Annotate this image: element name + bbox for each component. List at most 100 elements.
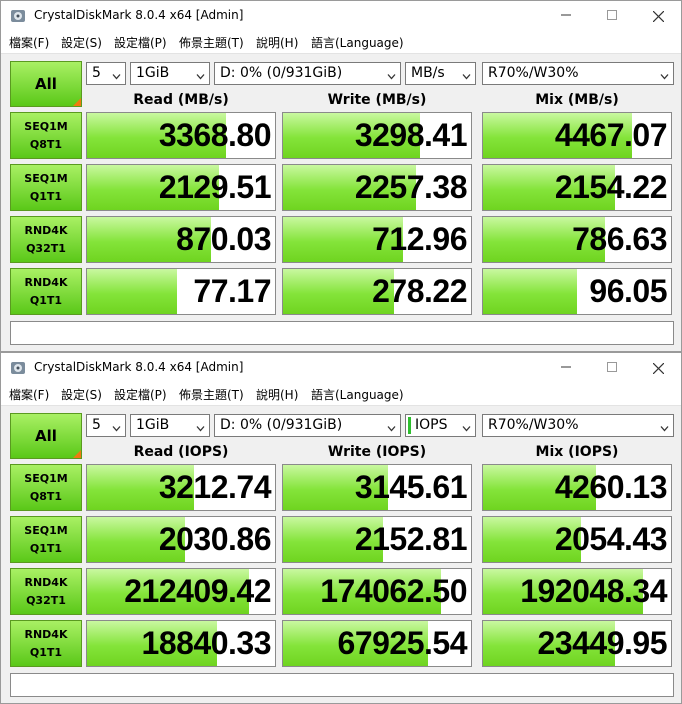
test-button-2[interactable]: RND4K Q32T1 bbox=[10, 568, 82, 615]
maximize-button[interactable] bbox=[589, 353, 635, 383]
test-params: Q8T1 bbox=[29, 137, 63, 151]
result-cell-read: 870.03 bbox=[86, 216, 276, 263]
close-icon bbox=[652, 359, 664, 378]
result-value: 3212.74 bbox=[158, 469, 272, 505]
test-name: SEQ1M bbox=[24, 471, 68, 485]
result-value: 4260.13 bbox=[554, 469, 668, 505]
profile-select[interactable]: R70%/W30% bbox=[482, 414, 674, 437]
result-cell-write: 712.96 bbox=[282, 216, 472, 263]
menu-item-0[interactable]: 檔案(F) bbox=[9, 34, 49, 51]
menu-item-2[interactable]: 設定檔(P) bbox=[114, 386, 167, 403]
test-name: SEQ1M bbox=[24, 523, 68, 537]
title-bar[interactable]: CrystalDiskMark 8.0.4 x64 [Admin] bbox=[1, 1, 681, 31]
menu-item-4[interactable]: 說明(H) bbox=[256, 386, 298, 403]
result-value: 2154.22 bbox=[554, 169, 668, 205]
menu-item-5[interactable]: 語言(Language) bbox=[311, 34, 404, 51]
result-value: 23449.95 bbox=[537, 625, 668, 661]
test-button-0[interactable]: SEQ1M Q8T1 bbox=[10, 112, 82, 159]
comment-input[interactable] bbox=[10, 321, 674, 345]
profile-select[interactable]: R70%/W30% bbox=[482, 62, 674, 85]
test-name: RND4K bbox=[24, 575, 68, 589]
test-button-2[interactable]: RND4K Q32T1 bbox=[10, 216, 82, 263]
count-select-value: 5 bbox=[92, 417, 101, 433]
drive-select[interactable]: D: 0% (0/931GiB) bbox=[214, 62, 401, 85]
result-cell-write: 2257.38 bbox=[282, 164, 472, 211]
test-button-3[interactable]: RND4K Q1T1 bbox=[10, 268, 82, 315]
count-select-value: 5 bbox=[92, 65, 101, 81]
header-mix: Mix (IOPS) bbox=[535, 444, 619, 460]
unit-select[interactable]: MB/s bbox=[405, 62, 476, 85]
all-button-label: All bbox=[35, 427, 57, 445]
result-value: 4467.07 bbox=[554, 117, 668, 153]
unit-indicator-bar bbox=[408, 417, 411, 434]
test-params: Q1T1 bbox=[29, 189, 63, 203]
menu-item-1[interactable]: 設定(S) bbox=[61, 386, 102, 403]
result-value: 96.05 bbox=[589, 273, 667, 309]
test-params: Q32T1 bbox=[26, 593, 66, 607]
menu-item-2[interactable]: 設定檔(P) bbox=[114, 34, 167, 51]
result-value: 3298.41 bbox=[354, 117, 468, 153]
chevron-down-icon bbox=[462, 69, 471, 80]
close-button[interactable] bbox=[635, 1, 681, 31]
result-value: 870.03 bbox=[176, 221, 271, 257]
title-bar[interactable]: CrystalDiskMark 8.0.4 x64 [Admin] bbox=[1, 353, 681, 383]
count-select[interactable]: 5 bbox=[86, 414, 126, 437]
result-value: 2030.86 bbox=[158, 521, 272, 557]
chevron-down-icon bbox=[660, 69, 669, 80]
test-name: RND4K bbox=[24, 275, 68, 289]
chevron-down-icon bbox=[112, 421, 121, 432]
all-button-label: All bbox=[35, 75, 57, 93]
result-value: 3145.61 bbox=[354, 469, 468, 505]
chevron-down-icon bbox=[196, 421, 205, 432]
menu-item-3[interactable]: 佈景主題(T) bbox=[179, 34, 244, 51]
test-params: Q1T1 bbox=[29, 541, 63, 555]
maximize-button[interactable] bbox=[589, 1, 635, 31]
test-button-3[interactable]: RND4K Q1T1 bbox=[10, 620, 82, 667]
chevron-down-icon bbox=[660, 421, 669, 432]
maximize-icon bbox=[607, 361, 617, 376]
result-cell-write: 3145.61 bbox=[282, 464, 472, 511]
result-value: 192048.34 bbox=[520, 573, 667, 609]
chevron-down-icon bbox=[196, 69, 205, 80]
menu-item-4[interactable]: 說明(H) bbox=[256, 34, 298, 51]
drive-select[interactable]: D: 0% (0/931GiB) bbox=[214, 414, 401, 437]
size-select[interactable]: 1GiB bbox=[130, 414, 210, 437]
test-button-0[interactable]: SEQ1M Q8T1 bbox=[10, 464, 82, 511]
menu-item-5[interactable]: 語言(Language) bbox=[311, 386, 404, 403]
window-title: CrystalDiskMark 8.0.4 x64 [Admin] bbox=[34, 360, 244, 374]
unit-select[interactable]: IOPS bbox=[405, 414, 476, 437]
close-button[interactable] bbox=[635, 353, 681, 383]
result-cell-mix: 4467.07 bbox=[482, 112, 672, 159]
result-cell-read: 2129.51 bbox=[86, 164, 276, 211]
menu-item-0[interactable]: 檔案(F) bbox=[9, 386, 49, 403]
minimize-button[interactable] bbox=[543, 1, 589, 31]
test-name: SEQ1M bbox=[24, 119, 68, 133]
test-button-1[interactable]: SEQ1M Q1T1 bbox=[10, 164, 82, 211]
result-cell-write: 278.22 bbox=[282, 268, 472, 315]
count-select[interactable]: 5 bbox=[86, 62, 126, 85]
header-read: Read (MB/s) bbox=[133, 92, 229, 108]
test-params: Q1T1 bbox=[29, 645, 63, 659]
test-params: Q1T1 bbox=[29, 293, 63, 307]
header-read: Read (IOPS) bbox=[133, 444, 229, 460]
crystaldiskmark-app-icon bbox=[10, 360, 26, 376]
test-button-1[interactable]: SEQ1M Q1T1 bbox=[10, 516, 82, 563]
result-cell-mix: 23449.95 bbox=[482, 620, 672, 667]
all-run-button[interactable]: All bbox=[10, 61, 82, 107]
result-bar bbox=[87, 269, 178, 314]
minimize-button[interactable] bbox=[543, 353, 589, 383]
cdm-window-1: CrystalDiskMark 8.0.4 x64 [Admin] 檔案(F) 設定… bbox=[0, 0, 682, 352]
header-write: Write (MB/s) bbox=[327, 92, 427, 108]
profile-select-value: R70%/W30% bbox=[488, 417, 579, 433]
all-run-button[interactable]: All bbox=[10, 413, 82, 459]
minimize-icon bbox=[561, 9, 571, 24]
menu-item-1[interactable]: 設定(S) bbox=[61, 34, 102, 51]
result-cell-mix: 96.05 bbox=[482, 268, 672, 315]
size-select[interactable]: 1GiB bbox=[130, 62, 210, 85]
result-value: 212409.42 bbox=[124, 573, 271, 609]
comment-input[interactable] bbox=[10, 673, 674, 697]
result-cell-read: 77.17 bbox=[86, 268, 276, 315]
result-value: 77.17 bbox=[193, 273, 271, 309]
menu-item-3[interactable]: 佈景主題(T) bbox=[179, 386, 244, 403]
result-cell-read: 212409.42 bbox=[86, 568, 276, 615]
